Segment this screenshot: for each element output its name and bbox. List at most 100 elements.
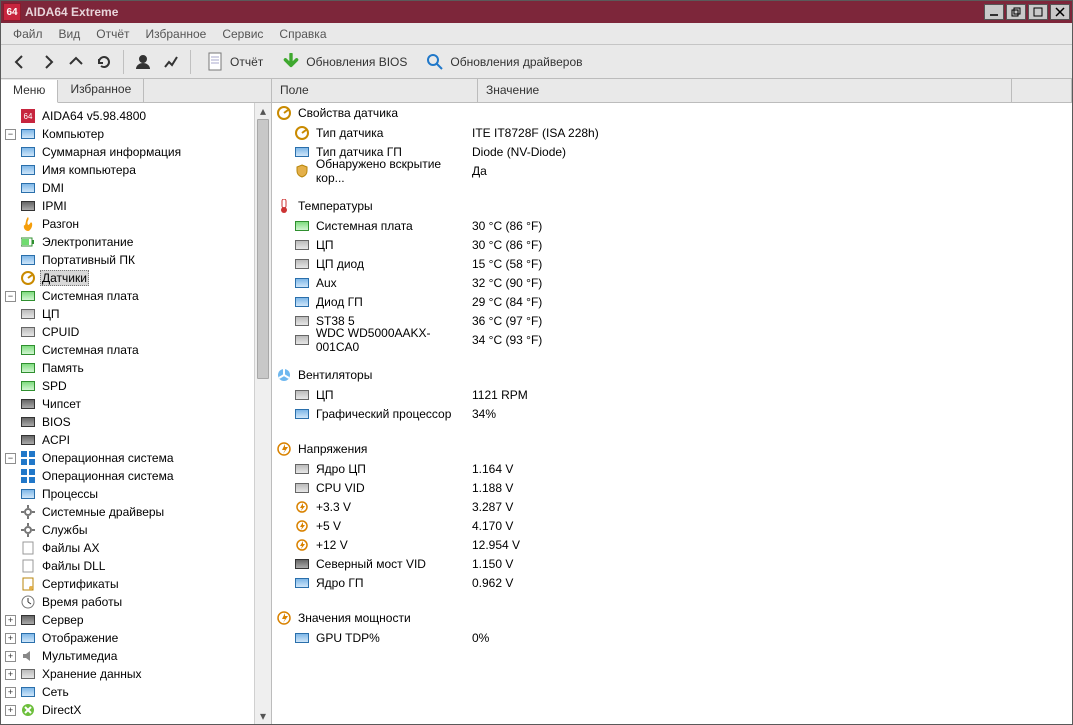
row-field: +3.3 V	[316, 500, 351, 514]
tree-item[interactable]: Процессы	[5, 485, 271, 503]
data-row[interactable]: Тип датчика ITE IT8728F (ISA 228h)	[272, 123, 1072, 142]
tree-item[interactable]: Файлы DLL	[5, 557, 271, 575]
data-row[interactable]: Северный мост VID 1.150 V	[272, 554, 1072, 573]
minimize-button[interactable]	[984, 4, 1004, 20]
menu-fav[interactable]: Избранное	[140, 25, 213, 43]
maximize-button[interactable]	[1028, 4, 1048, 20]
tree-storage[interactable]: +Хранение данных	[5, 665, 271, 683]
data-row[interactable]: Графический процессор 34%	[272, 404, 1072, 423]
content-scroll[interactable]: Свойства датчика Тип датчика ITE IT8728F…	[272, 103, 1072, 724]
data-row[interactable]: WDC WD5000AAKX-001CA0 34 °C (93 °F)	[272, 330, 1072, 349]
tree-scroll-area[interactable]: 64 AIDA64 v5.98.4800 − Компьютер Суммарн…	[1, 103, 271, 724]
forward-button[interactable]	[39, 53, 57, 71]
tree-item[interactable]: Суммарная информация	[5, 143, 271, 161]
scroll-down-icon[interactable]: ▾	[255, 708, 271, 724]
tree-item[interactable]: Файлы AX	[5, 539, 271, 557]
up-button[interactable]	[67, 53, 85, 71]
tree-item[interactable]: IPMI	[5, 197, 271, 215]
refresh-button[interactable]	[95, 53, 113, 71]
row-value: 0.962 V	[472, 576, 1072, 590]
tree-item[interactable]: Сертификаты	[5, 575, 271, 593]
data-row[interactable]: CPU VID 1.188 V	[272, 478, 1072, 497]
tree-item[interactable]: Имя компьютера	[5, 161, 271, 179]
tree-item[interactable]: ЦП	[5, 305, 271, 323]
data-row[interactable]: +12 V 12.954 V	[272, 535, 1072, 554]
tree-item[interactable]: Электропитание	[5, 233, 271, 251]
tree-item[interactable]: Системная плата	[5, 341, 271, 359]
row-icon	[294, 332, 310, 348]
menu-report[interactable]: Отчёт	[90, 25, 135, 43]
data-row[interactable]: ЦП 30 °C (86 °F)	[272, 235, 1072, 254]
expander-icon[interactable]: −	[5, 129, 16, 140]
col-field[interactable]: Поле	[272, 79, 478, 102]
tree-display[interactable]: +Отображение	[5, 629, 271, 647]
data-row[interactable]: Aux 32 °C (90 °F)	[272, 273, 1072, 292]
tree-motherboard[interactable]: − Системная плата	[5, 287, 271, 305]
tree-item[interactable]: Портативный ПК	[5, 251, 271, 269]
tree-root[interactable]: 64 AIDA64 v5.98.4800	[5, 107, 271, 125]
user-icon[interactable]	[134, 53, 152, 71]
data-row[interactable]: +5 V 4.170 V	[272, 516, 1072, 535]
tree-item[interactable]: Чипсет	[5, 395, 271, 413]
tree-item[interactable]: Операционная система	[5, 467, 271, 485]
tree-item[interactable]: CPUID	[5, 323, 271, 341]
row-icon	[294, 294, 310, 310]
tree-item[interactable]: BIOS	[5, 413, 271, 431]
expander-icon[interactable]: +	[5, 687, 16, 698]
chart-icon[interactable]	[162, 53, 180, 71]
menu-view[interactable]: Вид	[53, 25, 87, 43]
data-row[interactable]: GPU TDP% 0%	[272, 628, 1072, 647]
expander-icon[interactable]: +	[5, 615, 16, 626]
item-icon	[20, 198, 36, 214]
tree-item[interactable]: ACPI	[5, 431, 271, 449]
tree-item[interactable]: DMI	[5, 179, 271, 197]
menu-service[interactable]: Сервис	[216, 25, 269, 43]
tree-item[interactable]: Системные драйверы	[5, 503, 271, 521]
tree-item[interactable]: SPD	[5, 377, 271, 395]
tree-os[interactable]: − Операционная система	[5, 449, 271, 467]
tree-scrollbar[interactable]: ▴ ▾	[254, 103, 271, 724]
data-row[interactable]: +3.3 V 3.287 V	[272, 497, 1072, 516]
tree-item[interactable]: Память	[5, 359, 271, 377]
tab-fav[interactable]: Избранное	[58, 79, 144, 102]
expander-icon[interactable]: −	[5, 453, 16, 464]
back-button[interactable]	[11, 53, 29, 71]
restore-button[interactable]	[1006, 4, 1026, 20]
tree-item[interactable]: Разгон	[5, 215, 271, 233]
expander-icon[interactable]: +	[5, 633, 16, 644]
data-row[interactable]: ЦП 1121 RPM	[272, 385, 1072, 404]
driver-update-button[interactable]: Обновления драйверов	[421, 50, 586, 74]
scroll-thumb[interactable]	[257, 119, 269, 379]
expander-icon[interactable]: +	[5, 651, 16, 662]
tree-item[interactable]: Время работы	[5, 593, 271, 611]
close-button[interactable]	[1050, 4, 1070, 20]
row-field: ЦП	[316, 388, 334, 402]
expander-icon[interactable]: −	[5, 291, 16, 302]
speaker-icon	[20, 648, 36, 664]
data-row[interactable]: Ядро ГП 0.962 V	[272, 573, 1072, 592]
tree-multimedia[interactable]: +Мультимедиа	[5, 647, 271, 665]
col-value[interactable]: Значение	[478, 79, 1012, 102]
data-row[interactable]: Диод ГП 29 °C (84 °F)	[272, 292, 1072, 311]
tab-menu[interactable]: Меню	[1, 80, 58, 103]
menu-file[interactable]: Файл	[7, 25, 49, 43]
data-row[interactable]: Обнаружено вскрытие кор... Да	[272, 161, 1072, 180]
tree-item-label: BIOS	[40, 414, 73, 430]
tree-item[interactable]: Датчики	[5, 269, 271, 287]
expander-icon[interactable]: +	[5, 705, 16, 716]
data-row[interactable]: ЦП диод 15 °C (58 °F)	[272, 254, 1072, 273]
row-icon	[294, 499, 310, 515]
tree-network[interactable]: +Сеть	[5, 683, 271, 701]
expander-icon[interactable]: +	[5, 669, 16, 680]
tree-directx[interactable]: +DirectX	[5, 701, 271, 719]
scroll-up-icon[interactable]: ▴	[255, 103, 271, 119]
tree-computer[interactable]: − Компьютер	[5, 125, 271, 143]
report-button[interactable]: Отчёт	[201, 50, 267, 74]
tree-item[interactable]: Службы	[5, 521, 271, 539]
bios-update-button[interactable]: Обновления BIOS	[277, 50, 411, 74]
menu-help[interactable]: Справка	[273, 25, 332, 43]
tree-server[interactable]: +Сервер	[5, 611, 271, 629]
data-row[interactable]: Системная плата 30 °C (86 °F)	[272, 216, 1072, 235]
data-row[interactable]: Ядро ЦП 1.164 V	[272, 459, 1072, 478]
network-icon	[20, 684, 36, 700]
